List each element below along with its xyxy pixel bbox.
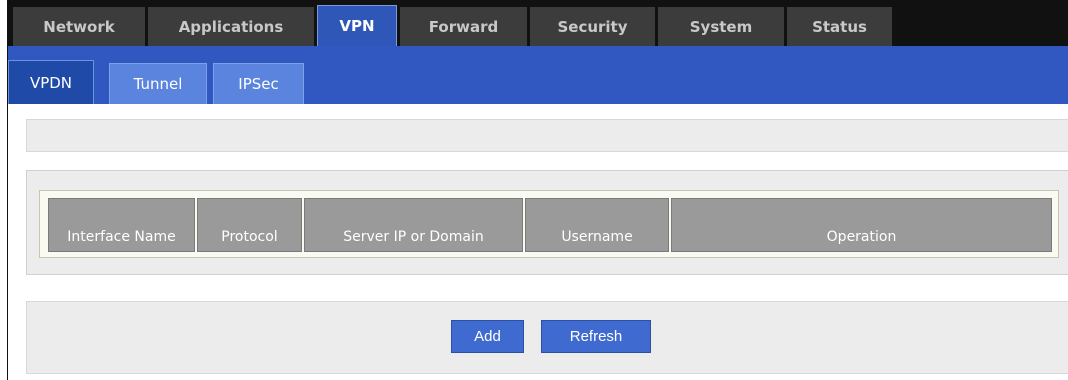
tab-status[interactable]: Status: [787, 7, 892, 46]
vpdn-list-panel: Interface Name Protocol Server IP or Dom…: [26, 170, 1068, 275]
column-header-interface-name: Interface Name: [48, 198, 195, 252]
subtab-vpdn[interactable]: VPDN: [8, 60, 94, 104]
subtab-ipsec[interactable]: IPSec: [213, 63, 304, 104]
tab-system[interactable]: System: [658, 7, 784, 46]
column-header-server: Server IP or Domain: [304, 198, 523, 252]
add-button[interactable]: Add: [451, 320, 524, 353]
tab-vpn[interactable]: VPN: [317, 5, 397, 46]
tab-forward[interactable]: Forward: [400, 7, 527, 46]
info-bar: [26, 119, 1068, 152]
vpdn-table: Interface Name Protocol Server IP or Dom…: [39, 190, 1059, 258]
refresh-button[interactable]: Refresh: [541, 320, 651, 353]
top-navigation: Network Applications VPN Forward Securit…: [8, 0, 1068, 46]
column-header-operation: Operation: [671, 198, 1052, 252]
tab-applications[interactable]: Applications: [148, 7, 314, 46]
column-header-username: Username: [525, 198, 669, 252]
subtab-tunnel[interactable]: Tunnel: [109, 63, 207, 104]
tab-security[interactable]: Security: [530, 7, 655, 46]
sub-navigation: VPDN Tunnel IPSec: [8, 46, 1068, 104]
action-bar: Add Refresh: [26, 301, 1068, 374]
tab-network[interactable]: Network: [13, 7, 145, 46]
column-header-protocol: Protocol: [197, 198, 302, 252]
